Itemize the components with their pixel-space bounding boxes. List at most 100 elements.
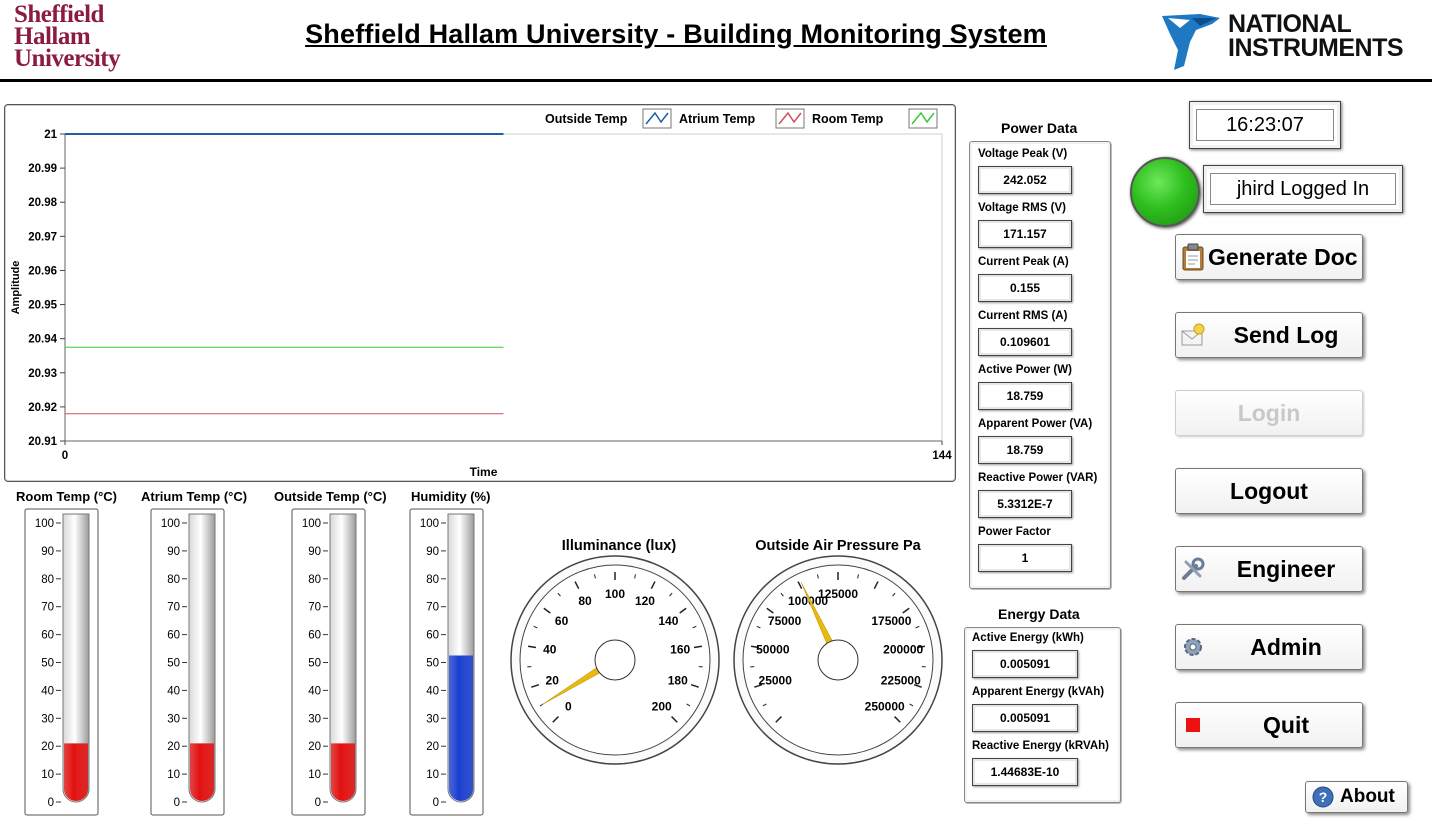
y-tick-label: 20.94 <box>28 334 57 346</box>
tank-tick-label: 90 <box>167 546 180 558</box>
generate-doc-button[interactable]: Generate Doc <box>1175 234 1363 280</box>
send-log-button[interactable]: Send Log <box>1175 312 1363 358</box>
power-item-label: Current Peak (A) <box>978 256 1069 268</box>
power-item: Voltage Peak (V) 242.052 <box>978 148 1072 194</box>
tank-tick-label: 30 <box>167 713 180 725</box>
power-item-label: Active Power (W) <box>978 364 1072 376</box>
y-tick-label: 20.92 <box>28 402 57 414</box>
gauge-label: Outside Air Pressure Pa <box>755 538 921 554</box>
engineer-label: Engineer <box>1236 555 1336 582</box>
tank-tick-label: 100 <box>302 518 321 530</box>
legend-swatch-1[interactable] <box>642 108 672 129</box>
tank-tick-label: 30 <box>426 713 439 725</box>
tank-label: Humidity (%) <box>411 489 490 504</box>
tank-tick-label: 40 <box>167 685 180 697</box>
power-item: Active Power (W) 18.759 <box>978 364 1072 410</box>
quit-button[interactable]: Quit <box>1175 702 1363 748</box>
legend-swatch-3[interactable] <box>908 108 938 129</box>
energy-item-value: 0.005091 <box>972 704 1078 732</box>
y-tick-label: 20.95 <box>28 300 57 312</box>
chart-canvas: 21 20.99 20.98 20.97 20.96 20.95 20.94 20.93 20.… <box>10 108 952 479</box>
tank-tick-label: 10 <box>41 769 54 781</box>
energy-item-value: 0.005091 <box>972 650 1078 678</box>
gauge-tick-label: 40 <box>543 643 557 657</box>
tank-fill <box>449 655 473 801</box>
gauge-tick-label: 125000 <box>818 587 858 601</box>
energy-item: Apparent Energy (kVAh) 0.005091 <box>972 686 1105 732</box>
gear-icon <box>1176 634 1210 660</box>
y-tick-label: 20.91 <box>28 436 57 448</box>
tank-tick-label: 70 <box>426 602 439 614</box>
envelope-icon <box>1176 323 1210 347</box>
admin-button[interactable]: Admin <box>1175 624 1363 670</box>
gauge-tick-label: 50000 <box>756 643 790 657</box>
x-axis-label: Time <box>470 465 498 479</box>
plot-area <box>64 133 943 442</box>
tank-tick-label: 0 <box>174 797 180 809</box>
tank-tick-label: 30 <box>308 713 321 725</box>
power-item-label: Voltage RMS (V) <box>978 202 1066 214</box>
power-item-value: 242.052 <box>978 166 1072 194</box>
tank-4: Humidity (%)1009080706050403020100 <box>409 489 490 816</box>
tank-fill <box>331 743 355 801</box>
header-divider <box>0 79 1432 82</box>
logout-button[interactable]: Logout <box>1175 468 1363 514</box>
gauge-tick-label: 140 <box>658 614 678 628</box>
power-item-label: Voltage Peak (V) <box>978 148 1068 160</box>
tank-tick-label: 30 <box>41 713 54 725</box>
user-status-display: jhird Logged In <box>1203 165 1403 213</box>
tank-tick-label: 0 <box>433 797 439 809</box>
ni-logo-text: NATIONAL INSTRUMENTS <box>1228 10 1404 61</box>
tank-tick-label: 90 <box>426 546 439 558</box>
gauge-tick-label: 100 <box>605 587 625 601</box>
clipboard-icon <box>1176 243 1210 271</box>
login-label: Login <box>1237 399 1301 426</box>
login-button[interactable]: Login <box>1175 390 1363 436</box>
tank-tick-label: 80 <box>426 574 439 586</box>
gauge-tick-label: 20 <box>546 673 560 687</box>
engineer-button[interactable]: Engineer <box>1175 546 1363 592</box>
stop-icon <box>1176 715 1210 735</box>
tank-tick-label: 10 <box>167 769 180 781</box>
about-button[interactable]: ? About <box>1305 781 1408 813</box>
legend-swatch-2[interactable] <box>775 108 805 129</box>
university-logo-line3: University <box>14 45 121 72</box>
logout-label: Logout <box>1230 477 1308 504</box>
tank-tick-label: 40 <box>41 685 54 697</box>
power-item-label: Reactive Power (VAR) <box>978 472 1098 484</box>
ni-logo-line1: NATIONAL <box>1228 10 1352 38</box>
login-status-led <box>1130 157 1200 227</box>
y-tick-label: 20.98 <box>28 197 57 209</box>
x-tick-label: 0 <box>62 450 68 462</box>
power-item: Reactive Power (VAR) 5.3312E-7 <box>978 472 1098 518</box>
gauge-tick-label: 175000 <box>871 614 911 628</box>
tank-fill <box>64 743 88 801</box>
tank-indicators: Room Temp (°C)1009080706050403020100Atri… <box>16 489 490 816</box>
gauge-tick-label: 160 <box>670 643 690 657</box>
tank-tick-label: 50 <box>167 658 180 670</box>
gauge-1: Illuminance (lux) 0 20 40 60 80 100 120140 160 18… <box>510 538 720 765</box>
waveform-chart[interactable]: 21 20.99 20.98 20.97 20.96 20.95 20.94 20.93 20.… <box>4 104 956 482</box>
gauge-hub <box>594 639 636 681</box>
tank-tick-label: 60 <box>167 630 180 642</box>
energy-item-label: Apparent Energy (kVAh) <box>972 686 1105 698</box>
y-tick-label: 20.93 <box>28 368 57 380</box>
energy-data-title: Energy Data <box>998 606 1080 622</box>
power-item: Apparent Power (VA) 18.759 <box>978 418 1092 464</box>
gauge-indicators: Illuminance (lux) 0 20 40 60 80 100 120140 160 18… <box>510 538 943 765</box>
power-item-value: 171.157 <box>978 220 1072 248</box>
power-item-value: 18.759 <box>978 436 1072 464</box>
gauge-tick-label: 120 <box>635 594 655 608</box>
clock-text: 16:23:07 <box>1196 109 1334 141</box>
clock-display: 16:23:07 <box>1189 101 1341 149</box>
tank-tick-label: 20 <box>41 741 54 753</box>
legend-label-2: Atrium Temp <box>679 112 756 126</box>
ni-eagle-icon <box>1162 14 1220 70</box>
tank-tick-label: 40 <box>426 685 439 697</box>
gauge-tick-label: 200 <box>652 700 672 714</box>
admin-label: Admin <box>1250 633 1322 660</box>
power-item: Current Peak (A) 0.155 <box>978 256 1072 302</box>
gauge-tick-label: 225000 <box>881 673 921 687</box>
legend-label-1: Outside Temp <box>545 112 628 126</box>
tank-tick-label: 50 <box>308 658 321 670</box>
